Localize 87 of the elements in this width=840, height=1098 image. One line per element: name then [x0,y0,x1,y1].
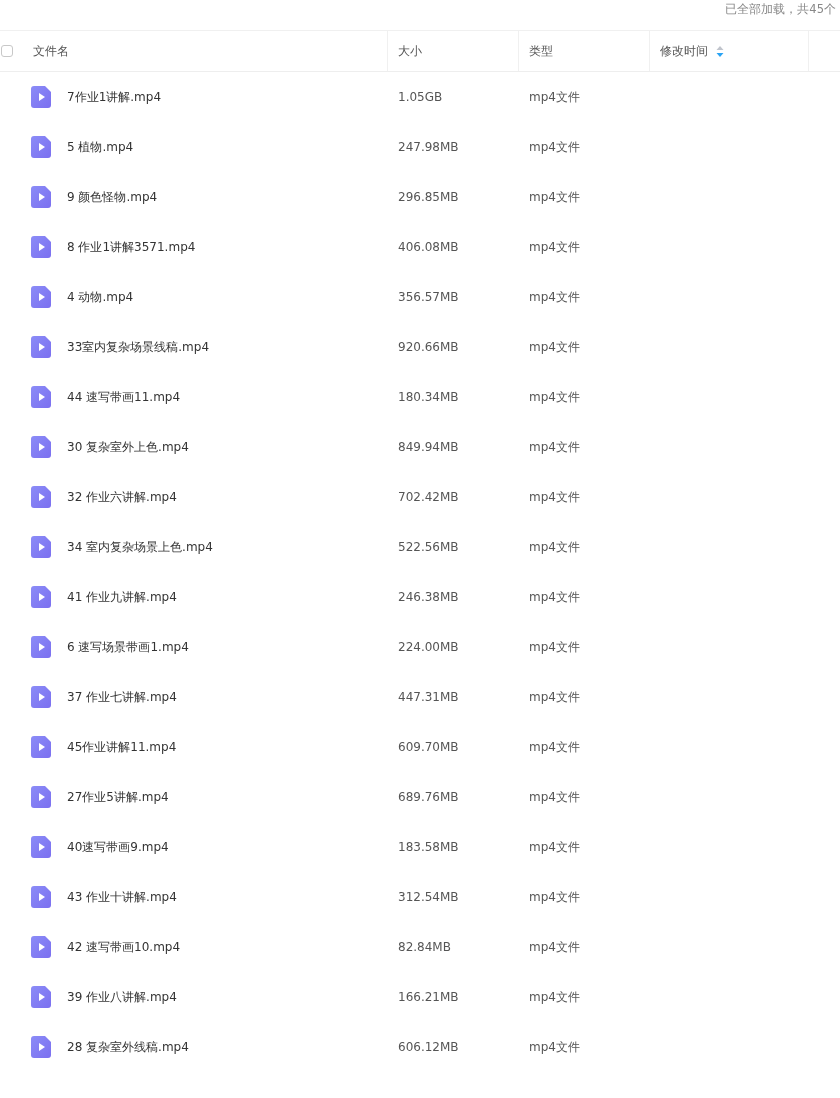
file-size: 224.00MB [398,640,459,654]
file-name[interactable]: 37 作业七讲解.mp4 [67,688,177,706]
video-file-icon [31,936,51,958]
file-size: 246.38MB [398,590,459,604]
file-size: 247.98MB [398,140,459,154]
video-file-icon [31,686,51,708]
video-file-icon [31,786,51,808]
file-size: 312.54MB [398,890,459,904]
file-name[interactable]: 40速写带画9.mp4 [67,838,169,856]
video-file-icon [31,886,51,908]
file-name[interactable]: 33室内复杂场景线稿.mp4 [67,338,210,356]
file-size: 849.94MB [398,440,459,454]
file-type: mp4文件 [529,838,580,856]
select-all-checkbox[interactable] [1,45,13,57]
video-file-icon [31,486,51,508]
file-size: 920.66MB [398,340,459,354]
file-type: mp4文件 [529,688,580,706]
column-header[interactable]: 类型 [529,42,553,60]
file-type: mp4文件 [529,438,580,456]
video-file-icon [31,586,51,608]
file-name[interactable]: 43 作业十讲解.mp4 [67,888,177,906]
file-type: mp4文件 [529,638,580,656]
video-file-icon [31,1036,51,1058]
file-size: 689.76MB [398,790,459,804]
file-name[interactable]: 32 作业六讲解.mp4 [67,488,177,506]
file-type: mp4文件 [529,338,580,356]
file-name[interactable]: 28 复杂室外线稿.mp4 [67,1038,189,1056]
file-type: mp4文件 [529,938,580,956]
column-header[interactable]: 修改时间 [660,42,708,60]
file-size: 183.58MB [398,840,459,854]
file-type: mp4文件 [529,288,580,306]
file-size: 166.21MB [398,990,459,1004]
video-file-icon [31,386,51,408]
file-name[interactable]: 42 速写带画10.mp4 [67,938,181,956]
file-size: 82.84MB [398,940,451,954]
sort-icon[interactable] [716,45,724,57]
file-name[interactable]: 27作业5讲解.mp4 [67,788,169,806]
video-file-icon [31,436,51,458]
file-type: mp4文件 [529,888,580,906]
column-header[interactable]: 文件名 [33,42,69,60]
file-size: 702.42MB [398,490,459,504]
file-name[interactable]: 7作业1讲解.mp4 [67,88,162,106]
file-type: mp4文件 [529,738,580,756]
file-size: 447.31MB [398,690,459,704]
video-file-icon [31,986,51,1008]
file-type: mp4文件 [529,138,580,156]
file-name[interactable]: 6 速写场景带画1.mp4 [67,638,189,656]
video-file-icon [31,86,51,108]
video-file-icon [31,336,51,358]
video-file-icon [31,236,51,258]
file-type: mp4文件 [529,1038,580,1056]
file-size: 606.12MB [398,1040,459,1054]
file-type: mp4文件 [529,88,580,106]
file-size: 180.34MB [398,390,459,404]
video-file-icon [31,286,51,308]
file-type: mp4文件 [529,988,580,1006]
file-type: mp4文件 [529,488,580,506]
video-file-icon [31,186,51,208]
file-type: mp4文件 [529,188,580,206]
file-name[interactable]: 39 作业八讲解.mp4 [67,988,177,1006]
video-file-icon [31,536,51,558]
file-type: mp4文件 [529,538,580,556]
file-name[interactable]: 4 动物.mp4 [67,288,134,306]
file-name[interactable]: 5 植物.mp4 [67,138,134,156]
file-name[interactable]: 8 作业1讲解3571.mp4 [67,238,196,256]
video-file-icon [31,636,51,658]
file-size: 356.57MB [398,290,459,304]
file-name[interactable]: 34 室内复杂场景上色.mp4 [67,538,213,556]
file-name[interactable]: 41 作业九讲解.mp4 [67,588,177,606]
file-name[interactable]: 44 速写带画11.mp4 [67,388,181,406]
video-file-icon [31,136,51,158]
column-header[interactable]: 大小 [398,42,422,60]
file-type: mp4文件 [529,788,580,806]
file-type: mp4文件 [529,588,580,606]
file-size: 296.85MB [398,190,459,204]
file-size: 1.05GB [398,90,443,104]
load-status: 已全部加载，共45个 [725,2,836,17]
file-name[interactable]: 30 复杂室外上色.mp4 [67,438,189,456]
video-file-icon [31,736,51,758]
file-type: mp4文件 [529,238,580,256]
file-type: mp4文件 [529,388,580,406]
file-name[interactable]: 9 颜色怪物.mp4 [67,188,158,206]
file-name[interactable]: 45作业讲解11.mp4 [67,738,177,756]
file-size: 406.08MB [398,240,459,254]
video-file-icon [31,836,51,858]
file-size: 609.70MB [398,740,459,754]
file-size: 522.56MB [398,540,459,554]
